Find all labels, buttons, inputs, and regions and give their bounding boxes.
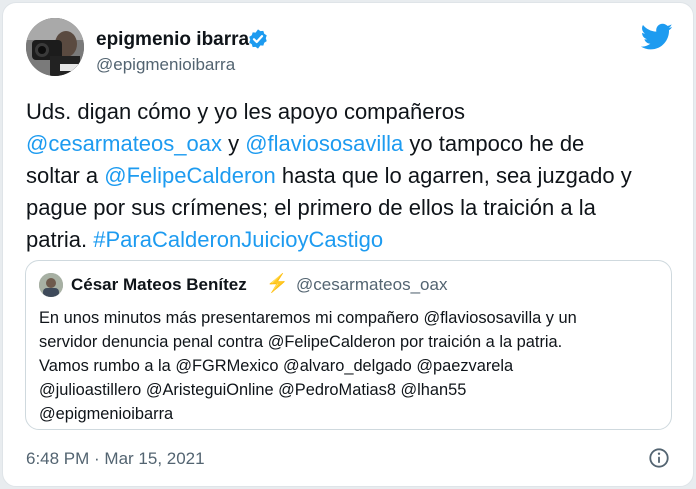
quoted-tweet-text: En unos minutos más presentaremos mi com… — [39, 306, 664, 426]
verified-badge-icon — [249, 29, 267, 49]
tweet-text-segment: soltar a — [26, 163, 105, 188]
quoted-text-line: @epigmenioibarra — [39, 405, 174, 423]
quoted-text-line: Vamos rumbo a la @FGRMexico @alvaro_delg… — [39, 357, 514, 375]
mention-link[interactable]: @flaviososavilla — [245, 131, 403, 156]
mention-link[interactable]: @FelipeCalderon — [104, 163, 276, 188]
mention-link[interactable]: @cesarmateos_oax — [26, 131, 222, 156]
tweet-card: epigmenio ibarra @epigmenioibarra Uds. d… — [2, 2, 694, 487]
tweet-text-segment: hasta que lo agarren, sea juzgado y — [275, 163, 632, 188]
info-icon[interactable] — [648, 447, 670, 469]
tweet-text-line: Uds. digan cómo y yo les apoyo compañero… — [26, 96, 676, 128]
tweet-text-segment: pague por sus crímenes; el primero de el… — [26, 195, 596, 220]
tweet-text-segment: Uds. digan cómo y yo les apoyo compañero… — [26, 99, 466, 124]
author-avatar[interactable] — [26, 18, 84, 76]
hashtag-link[interactable]: #ParaCalderonJuicioyCastigo — [93, 227, 383, 252]
tweet-text-line: pague por sus crímenes; el primero de el… — [26, 192, 676, 224]
tweet-timestamp[interactable]: 6:48 PM · Mar 15, 2021 — [26, 449, 205, 469]
tweet-text: Uds. digan cómo y yo les apoyo compañero… — [26, 96, 676, 256]
tweet-text-segment: y — [221, 131, 246, 156]
tweet-text-line: patria. #ParaCalderonJuicioyCastigo — [26, 224, 676, 256]
quoted-text-line: En unos minutos más presentaremos mi com… — [39, 309, 577, 327]
profile-photo — [26, 18, 84, 76]
tweet-text-line: soltar a @FelipeCalderon hasta que lo ag… — [26, 160, 676, 192]
tweet-text-segment: yo tampoco he de — [403, 131, 585, 156]
quoted-text-line: servidor denuncia penal contra @FelipeCa… — [39, 333, 563, 351]
lightning-emoji: ⚡ — [266, 273, 289, 293]
quoted-author-name[interactable]: César Mateos Benítez — [71, 275, 247, 295]
quoted-text-line: @julioastillero @AristeguiOnline @PedroM… — [39, 381, 467, 399]
twitter-bird-icon[interactable] — [641, 23, 673, 51]
tweet-text-line: @cesarmateos_oax y @flaviososavilla yo t… — [26, 128, 676, 160]
quoted-profile-photo — [39, 273, 63, 297]
author-handle[interactable]: @epigmenioibarra — [96, 55, 235, 75]
author-name[interactable]: epigmenio ibarra — [96, 29, 249, 51]
quoted-tweet[interactable]: César Mateos Benítez ⚡ @cesarmateos_oax … — [25, 260, 672, 430]
quoted-author-avatar[interactable] — [39, 273, 63, 297]
tweet-text-segment: patria. — [26, 227, 94, 252]
quoted-author-handle[interactable]: @cesarmateos_oax — [296, 275, 447, 295]
